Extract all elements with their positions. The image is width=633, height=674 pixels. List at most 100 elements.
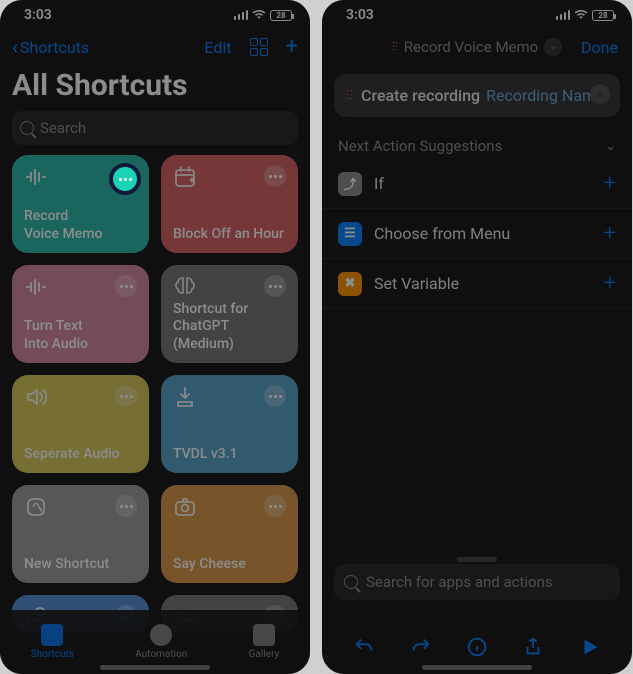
more-button[interactable]	[264, 495, 286, 517]
share-button[interactable]	[520, 634, 546, 660]
redo-button[interactable]	[408, 634, 434, 660]
more-button[interactable]	[115, 495, 137, 517]
tile-label: TVDL v3.1	[173, 446, 286, 464]
gallery-icon	[253, 624, 275, 646]
shortcut-grid: Record Voice Memo Block Off an Hour Turn…	[0, 155, 310, 633]
menu-icon: ☰	[338, 222, 362, 246]
status-bar: 3:03 28	[0, 0, 310, 30]
search-placeholder: Search for apps and actions	[366, 573, 553, 591]
waveform-icon: ⫶⫶	[392, 40, 398, 55]
suggestion-list: ⤴ If + ☰ Choose from Menu + ✖ Set Variab…	[322, 159, 632, 309]
shortcut-tile[interactable]: TVDL v3.1	[161, 375, 298, 473]
phone-left: 3:03 28 ‹ Shortcuts Edit + All Shortcuts…	[0, 0, 310, 674]
waveform-icon	[24, 275, 48, 299]
grid-view-icon[interactable]	[250, 38, 268, 56]
row-label: If	[374, 174, 384, 193]
drag-handle[interactable]	[457, 557, 497, 562]
add-suggestion-button[interactable]: +	[604, 171, 616, 196]
back-label: Shortcuts	[20, 38, 89, 57]
status-bar: 3:03 28	[322, 0, 632, 30]
status-right: 28	[556, 8, 615, 23]
editor-toolbar	[322, 634, 632, 660]
undo-button[interactable]	[351, 634, 377, 660]
shortcut-tile[interactable]: Seperate Audio	[12, 375, 149, 473]
add-shortcut-button[interactable]: +	[286, 36, 298, 58]
suggestions-header[interactable]: Next Action Suggestions ⌄	[322, 131, 632, 159]
battery-icon: 28	[592, 10, 614, 21]
tile-label: Block Off an Hour	[173, 226, 286, 244]
nav-bar: ‹ Shortcuts Edit +	[0, 30, 310, 64]
info-button[interactable]	[464, 634, 490, 660]
chevron-left-icon: ‹	[12, 37, 18, 57]
wifi-icon	[574, 8, 588, 23]
more-button[interactable]	[115, 385, 137, 407]
row-label: Set Variable	[374, 274, 459, 293]
phone-right: 3:03 28 ⫶⫶ Record Voice Memo ⌄ Done ⫶⫶ C…	[322, 0, 632, 674]
shortcut-editor-nav: ⫶⫶ Record Voice Memo ⌄ Done	[322, 30, 632, 64]
tile-label: Say Cheese	[173, 556, 286, 574]
shortcut-title: Record Voice Memo	[404, 38, 538, 56]
action-label: Create recording	[361, 86, 480, 105]
status-time: 3:03	[346, 7, 374, 23]
edit-button[interactable]: Edit	[204, 38, 231, 57]
home-indicator[interactable]	[422, 665, 532, 670]
tile-label: Seperate Audio	[24, 446, 137, 464]
back-button[interactable]: ‹ Shortcuts	[12, 37, 89, 57]
shortcuts-icon	[41, 624, 63, 646]
variable-icon: ✖	[338, 272, 362, 296]
more-button[interactable]	[264, 165, 286, 187]
chevron-down-icon: ⌄	[544, 38, 562, 56]
wifi-icon	[252, 8, 266, 23]
tile-label: New Shortcut	[24, 556, 137, 574]
download-icon	[173, 385, 197, 409]
shortcut-tile[interactable]: Block Off an Hour	[161, 155, 298, 253]
chevron-down-icon: ⌄	[605, 139, 616, 154]
battery-icon: 28	[270, 10, 292, 21]
tab-gallery[interactable]: Gallery	[249, 624, 280, 660]
add-suggestion-button[interactable]: +	[604, 271, 616, 296]
tile-label: Record Voice Memo	[24, 208, 137, 243]
tile-label: Shortcut for ChatGPT (Medium)	[173, 301, 286, 354]
more-button[interactable]	[115, 275, 137, 297]
add-suggestion-button[interactable]: +	[604, 221, 616, 246]
shortcut-tile[interactable]: New Shortcut	[12, 485, 149, 583]
speaker-icon	[24, 385, 48, 409]
brain-icon	[173, 275, 197, 299]
shortcut-tile[interactable]: Turn Text Into Audio	[12, 265, 149, 363]
tab-label: Shortcuts	[31, 649, 74, 660]
shortcut-title-button[interactable]: ⫶⫶ Record Voice Memo ⌄	[392, 38, 562, 56]
remove-action-button[interactable]: ✕	[590, 84, 610, 104]
search-placeholder: Search	[40, 119, 86, 137]
waveform-icon	[24, 165, 48, 189]
action-card[interactable]: ⫶⫶ Create recording Recording Name ✕	[334, 74, 620, 117]
signal-icon	[556, 10, 571, 20]
done-button[interactable]: Done	[581, 38, 618, 57]
search-icon	[344, 575, 358, 589]
tab-label: Gallery	[249, 649, 280, 660]
tab-shortcuts[interactable]: Shortcuts	[31, 624, 74, 660]
if-icon: ⤴	[338, 172, 362, 196]
shortcut-tile[interactable]: Say Cheese	[161, 485, 298, 583]
suggestion-row[interactable]: ⤴ If +	[322, 159, 632, 209]
automation-icon	[150, 624, 172, 646]
action-search-input[interactable]: Search for apps and actions	[334, 564, 620, 600]
tab-automation[interactable]: Automation	[135, 624, 187, 660]
run-button[interactable]	[577, 634, 603, 660]
more-button[interactable]	[264, 275, 286, 297]
home-indicator[interactable]	[100, 665, 210, 670]
suggestion-row[interactable]: ☰ Choose from Menu +	[322, 209, 632, 259]
highlight-circle	[109, 163, 141, 195]
waveform-icon: ⫶⫶	[346, 88, 353, 104]
app-icon	[24, 495, 48, 519]
tab-label: Automation	[135, 649, 187, 660]
status-right: 28	[234, 8, 293, 23]
row-label: Choose from Menu	[374, 224, 510, 243]
shortcut-tile[interactable]: Shortcut for ChatGPT (Medium)	[161, 265, 298, 363]
action-parameter[interactable]: Recording Name	[486, 86, 604, 105]
suggestion-row[interactable]: ✖ Set Variable +	[322, 259, 632, 309]
search-input[interactable]: Search	[12, 111, 298, 145]
shortcut-tile[interactable]: Record Voice Memo	[12, 155, 149, 253]
signal-icon	[234, 10, 249, 20]
search-icon	[20, 121, 34, 135]
more-button[interactable]	[264, 385, 286, 407]
